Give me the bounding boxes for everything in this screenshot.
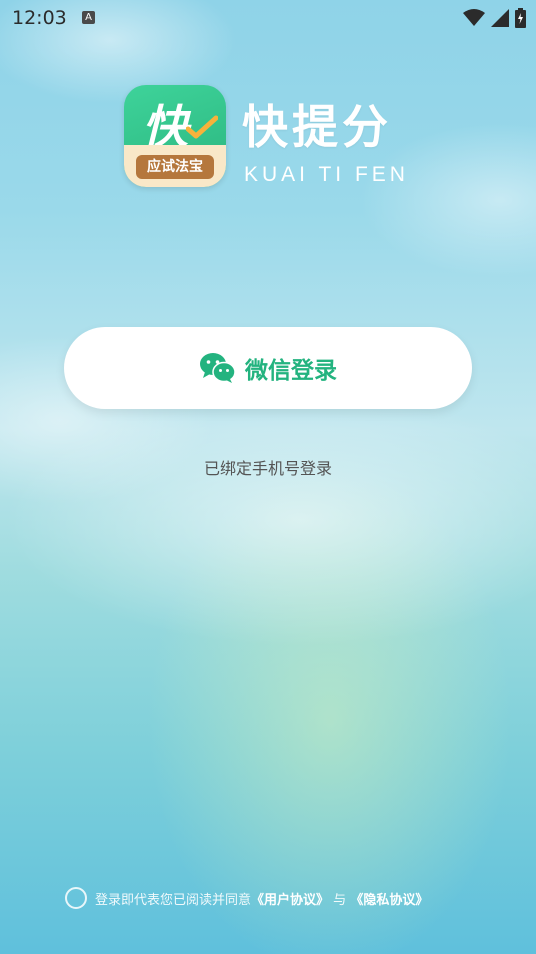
status-bar: 12:03 A — [0, 0, 536, 36]
phone-login-link[interactable]: 已绑定手机号登录 — [0, 455, 536, 479]
wifi-icon — [463, 9, 485, 26]
wechat-login-button[interactable]: 微信登录 — [64, 327, 472, 409]
status-time: 12:03 — [12, 7, 67, 29]
checkmark-icon — [186, 115, 218, 139]
agreement-row: 登录即代表您已阅读并同意《用户协议》 与 《隐私协议》 — [65, 887, 428, 909]
app-name: 快提分 — [242, 100, 392, 154]
wechat-icon — [200, 353, 236, 383]
app-icon-tag: 应试法宝 — [136, 155, 214, 179]
agreement-prefix: 登录即代表您已阅读并同意 — [95, 892, 252, 908]
a-icon: A — [82, 11, 95, 24]
status-icons — [463, 8, 526, 28]
privacy-agreement-link[interactable]: 《隐私协议》 — [350, 893, 428, 908]
wechat-login-label: 微信登录 — [245, 358, 337, 384]
app-name-en: KUAI TI FEN — [244, 163, 409, 186]
agree-checkbox[interactable] — [65, 887, 87, 909]
app-icon: 快 应试法宝 — [124, 85, 226, 187]
signal-icon — [491, 9, 509, 27]
user-agreement-link[interactable]: 《用户协议》 — [251, 893, 329, 908]
app-logo: 快 应试法宝 快提分 KUAI TI FEN — [124, 85, 424, 190]
agreement-text: 登录即代表您已阅读并同意《用户协议》 与 《隐私协议》 — [95, 889, 428, 908]
agreement-conjunction: 与 — [333, 892, 347, 908]
battery-icon — [515, 8, 526, 28]
